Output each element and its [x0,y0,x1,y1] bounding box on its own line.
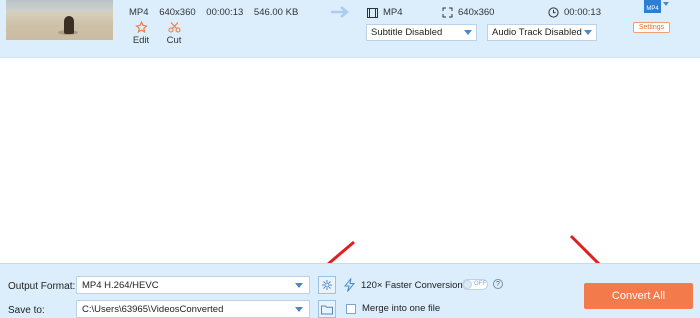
merge-label: Merge into one file [362,303,441,314]
edit-button[interactable]: Edit [130,21,152,46]
output-format-select-value: MP4 H.264/HEVC [82,279,159,291]
resize-icon [442,7,453,18]
source-info: MP4 640x360 00:00:13 546.00 KB [129,7,306,18]
toggle-knob [463,280,472,289]
merge-option[interactable]: Merge into one file [346,303,440,314]
edit-star-icon [134,21,148,33]
video-thumbnail[interactable] [6,0,113,40]
help-icon[interactable]: ? [493,279,503,289]
format-badge-text: MP4 [646,6,659,12]
file-item-row: MP4 640x360 00:00:13 546.00 KB Edit Cut … [0,0,700,58]
folder-icon [321,305,333,314]
lightning-icon [344,278,355,292]
edit-label: Edit [132,35,150,46]
save-to-label: Save to: [8,305,45,316]
converter-window: MP4 640x360 00:00:13 546.00 KB Edit Cut … [0,0,700,318]
chevron-down-icon [295,307,303,312]
merge-checkbox[interactable] [346,303,356,314]
source-size: 546.00 KB [253,7,299,18]
chevron-down-icon [464,30,472,35]
format-settings-button[interactable] [318,276,336,294]
save-to-path-select[interactable]: C:\Users\63965\VideosConverted [76,300,310,318]
source-duration: 00:00:13 [206,7,244,18]
faster-conversion-label: 120× Faster Conversion [361,279,463,291]
gear-icon [322,280,332,290]
subtitle-value: Subtitle Disabled [371,27,443,38]
source-format: MP4 [129,7,149,18]
output-format-label: Output Format: [8,281,76,292]
convert-arrow-icon [331,6,349,18]
output-duration-info: 00:00:13 [548,7,601,18]
clock-icon [548,7,559,18]
output-format-select[interactable]: MP4 H.264/HEVC [76,276,310,294]
open-folder-button[interactable] [318,300,336,318]
subtitle-dropdown[interactable]: Subtitle Disabled [366,24,477,41]
settings-button[interactable]: Settings [633,22,670,33]
format-chevron-down-icon[interactable] [663,2,669,6]
chevron-down-icon [584,30,592,35]
output-resolution-info: 640x360 [442,7,494,18]
bottom-toolbar: Output Format: MP4 H.264/HEVC Save to: C… [0,263,700,318]
thumbnail-sea [6,0,113,12]
convert-all-button[interactable]: Convert All [584,283,693,309]
source-resolution: 640x360 [159,7,196,18]
faster-conversion-toggle[interactable]: OFF [462,279,488,290]
toggle-state: OFF [474,281,486,287]
audio-track-value: Audio Track Disabled [492,27,582,38]
output-format-info: MP4 [367,7,403,18]
thumbnail-person [64,16,74,34]
audio-track-dropdown[interactable]: Audio Track Disabled [487,24,597,41]
cut-button[interactable]: Cut [163,21,185,46]
output-format-value: MP4 [383,7,403,18]
faster-conversion: 120× Faster Conversion [344,278,463,292]
output-resolution-value: 640x360 [458,7,495,18]
mp4-format-icon[interactable]: MP4 [644,0,661,13]
scissors-icon [167,21,181,33]
chevron-down-icon [295,283,303,288]
cut-label: Cut [166,35,182,46]
save-to-path-value: C:\Users\63965\VideosConverted [82,303,224,315]
film-icon [367,7,378,18]
output-duration-value: 00:00:13 [564,7,601,18]
